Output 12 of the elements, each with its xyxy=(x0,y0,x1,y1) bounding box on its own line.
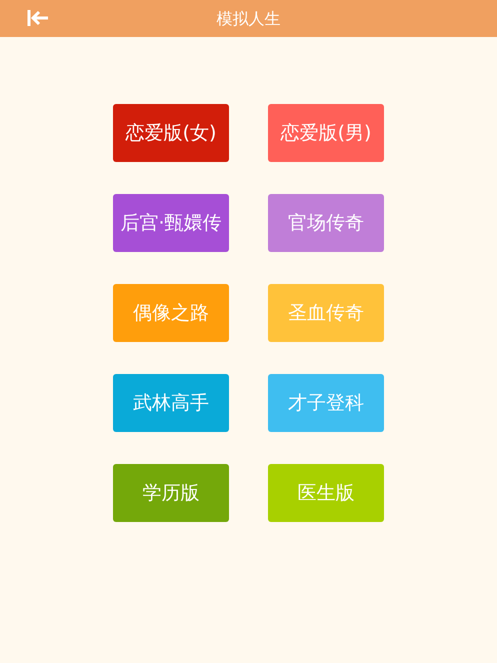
version-button[interactable]: 偶像之路 xyxy=(113,284,229,342)
version-button[interactable]: 武林高手 xyxy=(113,374,229,432)
version-button[interactable]: 恋爱版(男) xyxy=(268,104,384,162)
version-button[interactable]: 后宫·甄嬛传 xyxy=(113,194,229,252)
version-button[interactable]: 官场传奇 xyxy=(268,194,384,252)
version-button[interactable]: 才子登科 xyxy=(268,374,384,432)
version-button[interactable]: 学历版 xyxy=(113,464,229,522)
version-button[interactable]: 圣血传奇 xyxy=(268,284,384,342)
header-title: 模拟人生 xyxy=(216,8,280,30)
back-arrow-icon xyxy=(27,9,51,27)
version-button[interactable]: 恋爱版(女) xyxy=(113,104,229,162)
version-button[interactable]: 医生版 xyxy=(268,464,384,522)
